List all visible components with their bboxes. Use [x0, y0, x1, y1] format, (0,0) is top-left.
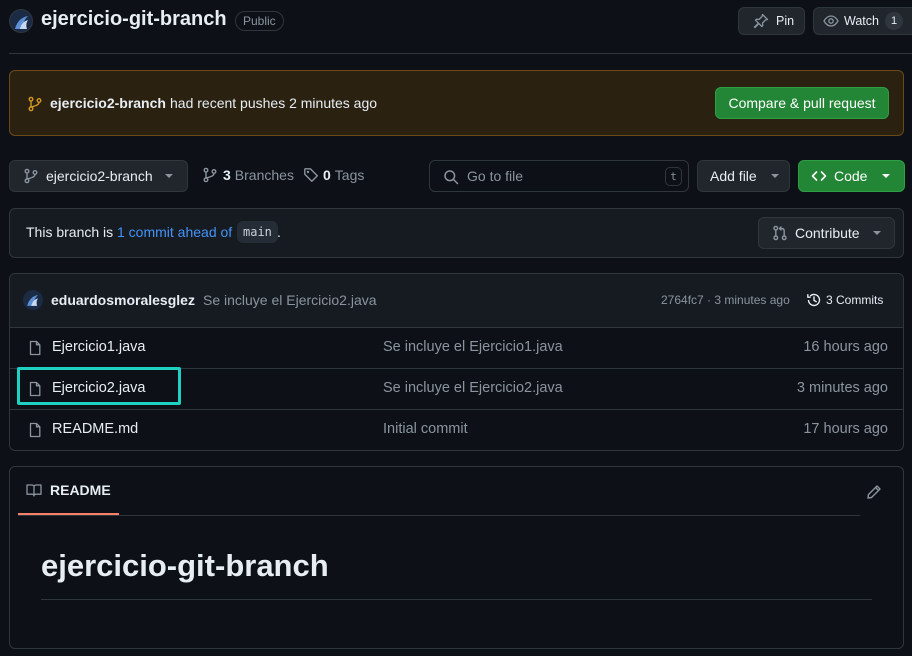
- ahead-prefix: This branch is: [26, 224, 114, 240]
- chevron-down-icon: [882, 174, 891, 178]
- branch-icon: [27, 96, 43, 112]
- search-placeholder: Go to file: [467, 168, 524, 184]
- branch-icon: [202, 167, 218, 183]
- file-commit-time: 16 hours ago: [803, 339, 888, 355]
- pull-request-icon: [772, 225, 788, 241]
- readme-header-divider: [18, 515, 860, 516]
- edit-readme-pencil-icon[interactable]: [866, 484, 882, 500]
- watch-label: Watch: [844, 14, 879, 28]
- file-name[interactable]: README.md: [52, 421, 138, 437]
- base-branch-label: main: [237, 221, 278, 243]
- branch-selector[interactable]: ejercicio2-branch: [9, 160, 188, 192]
- code-label: Code: [834, 168, 868, 184]
- repo-avatar[interactable]: [9, 9, 33, 33]
- branch-icon: [23, 168, 39, 184]
- contribute-label: Contribute: [795, 225, 860, 241]
- tags-label: Tags: [334, 167, 365, 183]
- branches-label: Branches: [234, 167, 294, 183]
- file-commit-message[interactable]: Initial commit: [383, 421, 468, 437]
- chevron-down-icon: [164, 174, 173, 178]
- code-button[interactable]: Code: [798, 160, 905, 192]
- visibility-badge: Public: [235, 11, 284, 31]
- add-file-label: Add file: [710, 168, 757, 184]
- file-commit-message[interactable]: Se incluye el Ejercicio2.java: [383, 380, 563, 396]
- search-shortcut-key: t: [665, 167, 682, 186]
- repo-name[interactable]: ejercicio-git-branch: [41, 8, 227, 31]
- compare-pull-request-button[interactable]: Compare & pull request: [715, 87, 889, 119]
- file-commit-message[interactable]: Se incluye el Ejercicio1.java: [383, 339, 563, 355]
- branches-link[interactable]: 3 Branches: [202, 167, 294, 183]
- eye-icon: [823, 13, 839, 29]
- go-to-file-input[interactable]: Go to file t: [429, 160, 689, 192]
- pin-label: Pin: [776, 14, 795, 28]
- readme-heading-divider: [41, 599, 872, 600]
- commits-history-link[interactable]: 3 Commits: [806, 292, 883, 308]
- book-icon: [26, 482, 42, 498]
- add-file-button[interactable]: Add file: [697, 160, 790, 192]
- watch-button[interactable]: Watch 1: [813, 7, 912, 35]
- pin-icon: [753, 13, 769, 29]
- branches-count: 3: [223, 167, 231, 183]
- author-avatar-icon: [27, 295, 38, 306]
- commit-author[interactable]: eduardosmoralesglez: [51, 292, 195, 308]
- chevron-down-icon: [872, 231, 881, 235]
- file-commit-time: 3 minutes ago: [796, 380, 888, 396]
- author-avatar[interactable]: [23, 290, 43, 310]
- compare-pull-request-label: Compare & pull request: [728, 95, 876, 111]
- file-icon: [27, 340, 43, 356]
- tags-count: 0: [323, 167, 331, 183]
- branch-selector-label: ejercicio2-branch: [46, 168, 153, 184]
- contribute-button[interactable]: Contribute: [758, 217, 895, 249]
- ahead-suffix: .: [277, 224, 281, 240]
- commit-message[interactable]: Se incluye el Ejercicio2.java: [203, 292, 377, 308]
- commit-sha-time[interactable]: 2764fc7 · 3 minutes ago: [661, 293, 790, 307]
- search-icon: [443, 169, 459, 185]
- chevron-down-icon: [770, 174, 779, 178]
- push-text: had recent pushes 2 minutes ago: [170, 95, 378, 111]
- file-row-readme[interactable]: README.md Initial commit 17 hours ago: [10, 410, 904, 450]
- tags-link[interactable]: 0 Tags: [303, 167, 364, 183]
- readme-tab[interactable]: README: [18, 482, 111, 498]
- readme-heading: ejercicio-git-branch: [41, 548, 329, 583]
- file-icon: [27, 422, 43, 438]
- file-name[interactable]: Ejercicio1.java: [52, 339, 146, 355]
- owner-avatar-icon: [15, 16, 28, 29]
- latest-commit-bar: eduardosmoralesglez Se incluye el Ejerci…: [10, 274, 903, 327]
- push-branch-name[interactable]: ejercicio2-branch: [50, 95, 166, 111]
- pin-button[interactable]: Pin: [738, 7, 805, 35]
- recent-push-banner: ejercicio2-branch had recent pushes 2 mi…: [9, 70, 904, 136]
- branch-ahead-box: This branch is 1 commit ahead of main . …: [9, 208, 904, 258]
- code-icon: [811, 168, 827, 184]
- watch-count: 1: [884, 12, 903, 30]
- file-commit-time: 17 hours ago: [803, 421, 888, 437]
- header-divider: [9, 53, 912, 54]
- history-icon: [806, 292, 822, 308]
- commits-count-label: 3 Commits: [826, 293, 884, 307]
- commits-ahead-link[interactable]: 1 commit ahead of: [117, 224, 232, 240]
- highlight-box: [17, 367, 181, 405]
- file-row-ejercicio1[interactable]: Ejercicio1.java Se incluye el Ejercicio1…: [10, 328, 904, 368]
- readme-tab-label: README: [50, 482, 111, 498]
- tag-icon: [303, 167, 319, 183]
